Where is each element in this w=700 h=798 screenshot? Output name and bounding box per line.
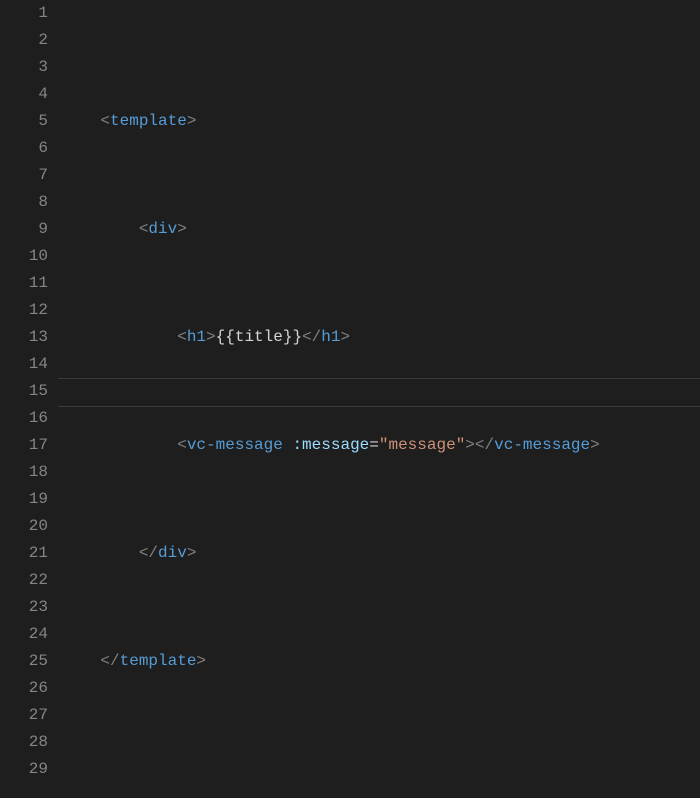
line-number: 23 <box>0 594 48 621</box>
line-number: 26 <box>0 675 48 702</box>
code-line[interactable] <box>62 756 700 783</box>
current-line-highlight <box>58 378 700 407</box>
line-number: 19 <box>0 486 48 513</box>
line-number: 16 <box>0 405 48 432</box>
line-number: 15 <box>0 378 48 405</box>
line-number: 1 <box>0 0 48 27</box>
code-line[interactable]: <vc-message :message="message"></vc-mess… <box>62 432 700 459</box>
line-number: 25 <box>0 648 48 675</box>
line-number: 8 <box>0 189 48 216</box>
code-area[interactable]: <template> <div> <h1>{{title}}</h1> <vc-… <box>62 0 700 798</box>
line-number: 18 <box>0 459 48 486</box>
line-number: 5 <box>0 108 48 135</box>
code-line[interactable]: </template> <box>62 648 700 675</box>
code-line[interactable]: <h1>{{title}}</h1> <box>62 324 700 351</box>
line-number: 13 <box>0 324 48 351</box>
line-number: 10 <box>0 243 48 270</box>
line-number: 14 <box>0 351 48 378</box>
line-number: 11 <box>0 270 48 297</box>
line-number: 17 <box>0 432 48 459</box>
line-number: 12 <box>0 297 48 324</box>
line-number: 7 <box>0 162 48 189</box>
code-line[interactable]: <template> <box>62 108 700 135</box>
line-number: 28 <box>0 729 48 756</box>
line-number: 2 <box>0 27 48 54</box>
line-number-gutter: 1 2 3 4 5 6 7 8 9 10 11 12 13 14 15 16 1… <box>0 0 62 798</box>
line-number: 4 <box>0 81 48 108</box>
line-number: 22 <box>0 567 48 594</box>
code-line[interactable]: <div> <box>62 216 700 243</box>
line-number: 9 <box>0 216 48 243</box>
line-number: 6 <box>0 135 48 162</box>
line-number: 3 <box>0 54 48 81</box>
line-number: 24 <box>0 621 48 648</box>
code-line[interactable]: </div> <box>62 540 700 567</box>
code-editor[interactable]: 1 2 3 4 5 6 7 8 9 10 11 12 13 14 15 16 1… <box>0 0 700 798</box>
line-number: 20 <box>0 513 48 540</box>
line-number: 21 <box>0 540 48 567</box>
line-number: 29 <box>0 756 48 783</box>
line-number: 27 <box>0 702 48 729</box>
